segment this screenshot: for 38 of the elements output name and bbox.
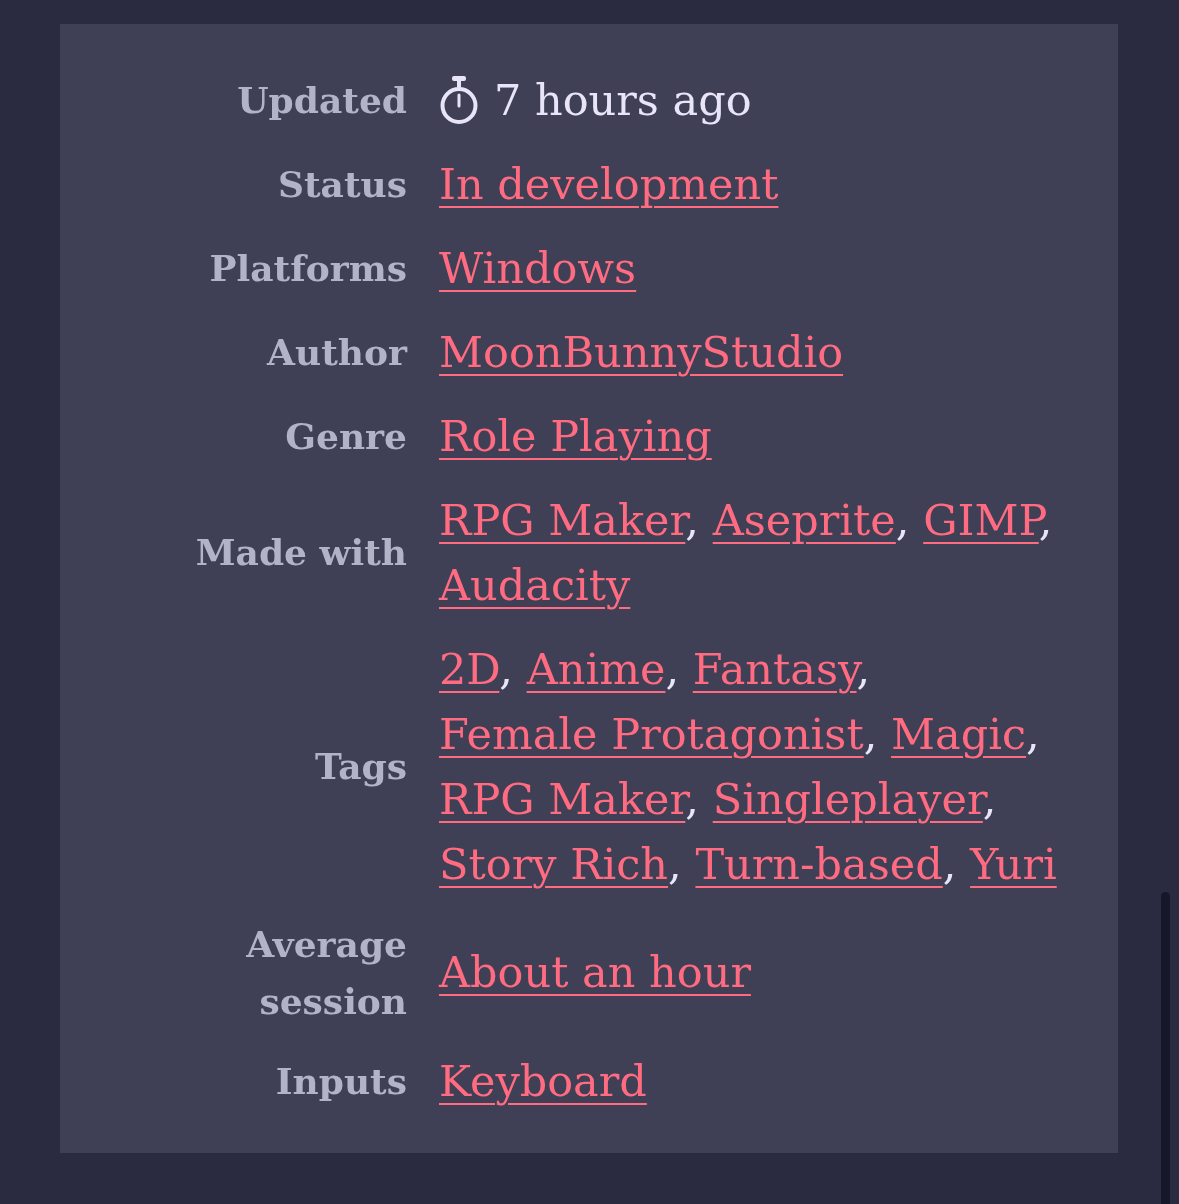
list-separator: , [895, 494, 910, 545]
detail-link[interactable]: In development [439, 158, 779, 209]
list-separator: , [942, 838, 957, 889]
detail-link[interactable]: Role Playing [439, 410, 712, 461]
detail-link[interactable]: Story Rich [439, 838, 669, 889]
detail-link[interactable]: Windows [439, 242, 637, 293]
stopwatch-icon [439, 76, 479, 124]
field-label: Platforms [209, 245, 407, 291]
field-label: Updated [237, 77, 407, 123]
field-label: Average session [245, 921, 407, 1024]
list-separator: , [665, 643, 680, 694]
detail-link[interactable]: RPG Maker [439, 773, 686, 824]
detail-link[interactable]: Singleplayer [712, 773, 983, 824]
detail-link[interactable]: Yuri [970, 838, 1057, 889]
detail-link[interactable]: Fantasy [692, 643, 857, 694]
detail-link[interactable]: 2D [439, 643, 500, 694]
detail-link[interactable]: MoonBunnyStudio [439, 326, 844, 377]
field-label: Made with [195, 530, 407, 575]
updated-time: 7 hours ago [494, 73, 752, 127]
field-label: Tags [314, 744, 407, 789]
detail-link[interactable]: GIMP [923, 494, 1039, 545]
field-label: Status [277, 161, 407, 207]
list-separator: , [668, 838, 682, 889]
detail-link[interactable]: Turn-based [695, 838, 943, 889]
field-label: Genre [285, 413, 407, 459]
detail-link[interactable]: RPG Maker [439, 494, 686, 545]
detail-link[interactable]: Keyboard [439, 1055, 647, 1106]
detail-link[interactable]: About an hour [439, 947, 751, 997]
list-separator: , [1026, 708, 1040, 759]
list-separator: , [863, 708, 878, 759]
detail-link[interactable]: Anime [526, 643, 666, 694]
detail-link[interactable]: Female Protagonist [439, 708, 864, 759]
detail-link[interactable]: Magic [891, 708, 1027, 759]
detail-link[interactable]: Audacity [439, 559, 631, 610]
field-label: Inputs [275, 1058, 407, 1104]
list-separator: , [499, 643, 513, 694]
detail-link[interactable]: Aseprite [712, 494, 896, 545]
field-label: Author [267, 329, 407, 375]
